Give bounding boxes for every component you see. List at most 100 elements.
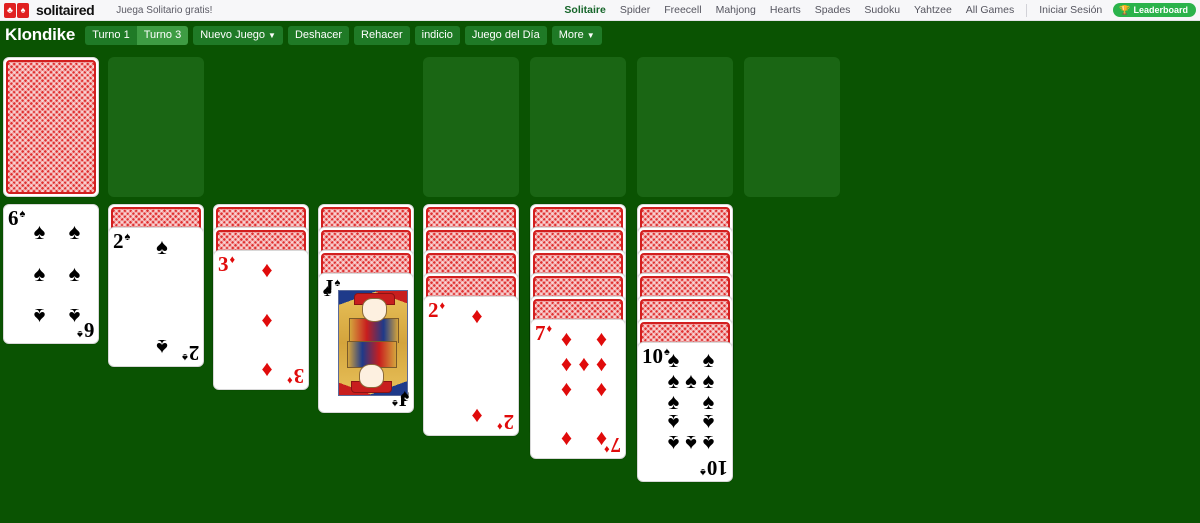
card-pip-icon: ♠ [667,346,680,372]
card-2-black[interactable]: 2 ♠ 2 ♠ ♠ ♠ [108,227,204,367]
court-half-bottom [339,341,407,395]
turn-3-button[interactable]: Turno 3 [136,25,189,45]
card-6-black[interactable]: 6 ♠ 6 ♠ ♠ ♠ ♠ ♠ ♠ ♠ [3,204,99,344]
card-suit-icon: ♠ [391,397,398,409]
card-pip-icon: ♦ [595,325,608,351]
card-pip-icon: ♦ [560,376,573,402]
foundation-2[interactable] [530,57,626,197]
logo-cards: ♣ ♠ [4,2,29,18]
card-pip-grid: ♠ ♠ [127,234,197,360]
court-half-top [339,291,407,345]
card-pip-icon: ♦ [261,256,273,282]
foundation-1[interactable] [423,57,519,197]
card-rank: 7 [535,321,546,345]
court-suit-icon: ♠ [400,385,410,405]
club-card-icon: ♣ [4,2,16,18]
card-pip-icon: ♠ [667,388,680,414]
new-game-button[interactable]: Nuevo Juego ▼ [193,25,283,45]
card-pip-icon: ♠ [667,410,680,436]
stock-pile-card[interactable] [3,57,99,197]
foundation-3[interactable] [637,57,733,197]
card-pip-icon: ♠ [68,219,81,245]
court-face [358,363,384,388]
card-pip-grid: ♦ ♦ [442,303,512,429]
card-pip-icon: ♦ [560,427,573,453]
card-pip-icon: ♦ [261,307,273,333]
more-button[interactable]: More ▼ [551,25,602,45]
card-pip-icon: ♠ [33,219,46,245]
card-pip-grid: ♠ ♠ ♠ ♠ ♠ ♠ ♠ ♠ ♠ ♠ ♠ ♠ [656,346,726,475]
court-face [362,298,388,323]
card-7-red[interactable]: 7 ♦ 7 ♦ ♦ ♦ ♦ ♦ ♦ ♦ ♦ ♦ ♦ [530,319,626,459]
court-suit-icon: ♠ [322,281,332,301]
new-game-label: Nuevo Juego [200,28,266,41]
card-pip-icon: ♦ [595,376,608,402]
card-rank: 2 [113,229,124,253]
card-pip-icon: ♠ [702,388,715,414]
foundation-4[interactable] [744,57,840,197]
card-back-pattern [6,60,96,194]
card-J-black[interactable]: J ♠ J ♠ ♠ ♠ [318,273,414,413]
card-pip-icon: ♠ [685,367,697,393]
hint-button[interactable]: indicio [414,25,460,45]
page-title: Klondike [5,25,76,44]
card-pip-grid: ♠ ♠ ♠ ♠ ♠ ♠ [22,211,92,337]
brand-name: solitaired [36,2,95,18]
nav-divider [1026,3,1028,17]
card-pip-grid: ♦ ♦ ♦ ♦ ♦ ♦ ♦ ♦ ♦ [549,326,619,452]
nav-item-solitaire[interactable]: Solitaire [557,4,612,16]
nav-item-spider[interactable]: Spider [613,4,657,16]
top-navigation-bar: ♣ ♠ solitaired Juega Solitario gratis! S… [0,0,1200,21]
undo-button[interactable]: Deshacer [287,25,350,45]
more-label: More [558,28,584,41]
nav-item-yahtzee[interactable]: Yahtzee [907,4,959,16]
game-board: 6 ♠ 6 ♠ ♠ ♠ ♠ ♠ ♠ ♠ 2 ♠ 2 ♠ ♠ ♠ 3 ♦ 3 ♦ ♦ ♦ ♦ J ♠ J ♠ ♠ ♠ 2 ♦ 2 ♦ ♦ ♦ 7 ♦ 7 ♦ ♦… [0,49,1200,523]
card-pip-icon: ♦ [471,404,483,430]
card-pip-icon: ♦ [560,325,573,351]
chevron-down-icon: ▼ [586,30,595,40]
game-toolbar: Klondike Turno 1 Turno 3 Nuevo Juego ▼ De… [0,21,1200,49]
card-rank: 6 [8,206,19,230]
card-pip-icon: ♠ [156,233,168,259]
card-pip-icon: ♠ [156,335,168,361]
card-pip-icon: ♦ [261,358,273,384]
card-pip-icon: ♦ [578,350,590,376]
card-pip-icon: ♠ [702,410,715,436]
card-pip-icon: ♠ [33,261,46,287]
card-pip-icon: ♠ [702,346,715,372]
nav-item-spades[interactable]: Spades [808,4,858,16]
card-pip-icon: ♠ [68,303,81,329]
leaderboard-button[interactable]: 🏆 Leaderboard [1113,3,1196,17]
card-rank: 2 [428,298,439,322]
card-2-red[interactable]: 2 ♦ 2 ♦ ♦ ♦ [423,296,519,436]
card-pip-icon: ♦ [595,427,608,453]
nav-item-all-games[interactable]: All Games [959,4,1021,16]
turn-mode-group: Turno 1 Turno 3 [85,25,189,45]
card-pip-icon: ♠ [68,261,81,287]
card-10-black[interactable]: 10 ♠ 10 ♠ ♠ ♠ ♠ ♠ ♠ ♠ ♠ ♠ ♠ ♠ ♠ ♠ [637,342,733,482]
card-court-art [338,290,408,396]
waste-pile[interactable] [108,57,204,197]
card-rank: 3 [218,252,229,276]
card-3-red[interactable]: 3 ♦ 3 ♦ ♦ ♦ ♦ [213,250,309,390]
login-link[interactable]: Iniciar Sesión [1032,4,1109,16]
site-logo[interactable]: ♣ ♠ solitaired [0,2,95,18]
redo-button[interactable]: Rehacer [354,25,410,45]
nav-item-hearts[interactable]: Hearts [763,4,808,16]
trophy-icon: 🏆 [1119,4,1131,15]
card-pip-icon: ♦ [471,302,483,328]
card-pip-icon: ♠ [685,431,697,457]
nav-item-freecell[interactable]: Freecell [657,4,708,16]
main-nav: Solitaire Spider Freecell Mahjong Hearts… [557,0,1200,20]
nav-item-mahjong[interactable]: Mahjong [709,4,763,16]
turn-1-button[interactable]: Turno 1 [85,25,137,45]
spade-card-icon: ♠ [17,2,29,18]
chevron-down-icon: ▼ [268,30,276,40]
daily-game-button[interactable]: Juego del Día [464,25,547,45]
leaderboard-label: Leaderboard [1133,5,1188,15]
site-tagline: Juega Solitario gratis! [116,4,213,16]
card-suit-icon: ♠ [334,277,341,289]
card-pip-grid: ♦ ♦ ♦ [232,257,302,383]
card-pip-icon: ♠ [33,303,46,329]
nav-item-sudoku[interactable]: Sudoku [857,4,907,16]
